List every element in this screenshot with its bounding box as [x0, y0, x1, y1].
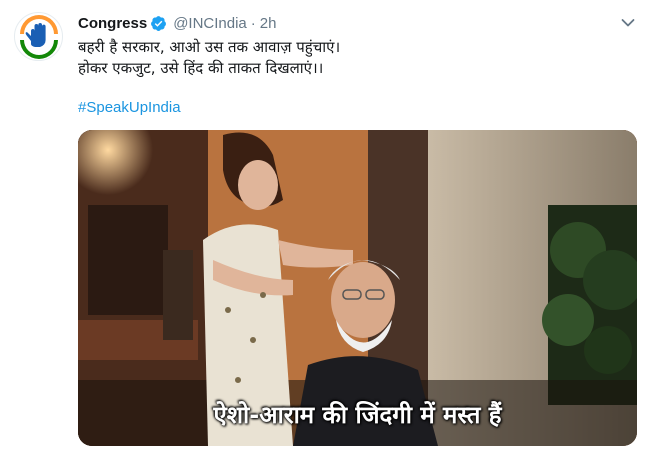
tweet-text-line: होकर एकजुट, उसे हिंद की ताकत दिखलाएं।।	[78, 59, 324, 77]
congress-hand-logo-icon	[16, 14, 61, 59]
chevron-down-icon	[621, 19, 635, 27]
video-caption: ऐशो-आराम की जिंदगी में मस्त हैं	[213, 401, 502, 429]
hashtag-link[interactable]: #SpeakUpIndia	[78, 99, 181, 116]
video-player[interactable]: ऐशो-आराम की जिंदगी में मस्त हैं	[78, 130, 637, 446]
tweet-card[interactable]: Congress @INCIndia · 2h बहरी है सरकार, आ…	[0, 0, 655, 456]
verified-badge-icon	[151, 15, 167, 31]
profile-avatar[interactable]	[14, 12, 63, 61]
tweet-timestamp[interactable]: 2h	[260, 15, 277, 32]
separator-dot: ·	[250, 14, 256, 32]
tweet-menu-button[interactable]	[618, 13, 638, 33]
author-name[interactable]: Congress	[78, 15, 147, 32]
author-handle[interactable]: @INCIndia	[173, 15, 247, 32]
tweet-text-line: बहरी है सरकार, आओ उस तक आवाज़ पहुंचाएं।	[78, 38, 341, 56]
tweet-header: Congress @INCIndia · 2h	[78, 13, 276, 33]
tweet-text: बहरी है सरकार, आओ उस तक आवाज़ पहुंचाएं। …	[78, 37, 638, 79]
